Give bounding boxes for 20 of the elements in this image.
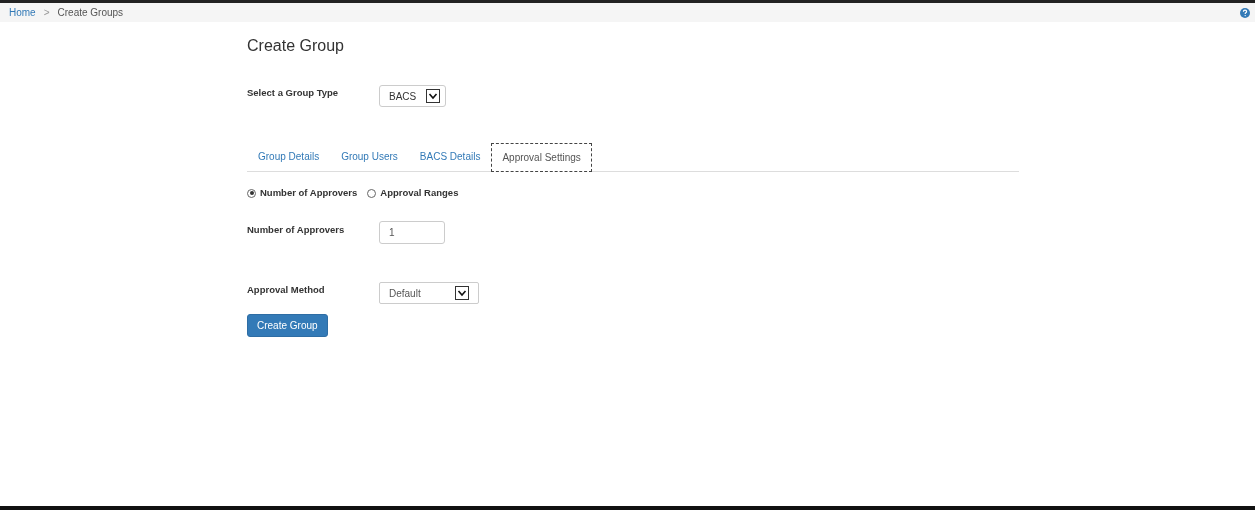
tab[interactable]: BACS Details — [408, 142, 492, 171]
field-label: Number of Approvers — [247, 223, 346, 238]
field-label: Approval Method — [247, 283, 326, 298]
field-label: Select a Group Type — [247, 86, 340, 100]
breadcrumb-current: Create Groups — [57, 6, 124, 20]
radio-button[interactable] — [247, 188, 256, 198]
radio-label: Approval Ranges — [380, 186, 459, 200]
group-type-select[interactable]: BACS — [379, 85, 446, 107]
help-icon[interactable] — [1240, 7, 1250, 18]
approval-method-select[interactable]: Default — [379, 282, 479, 305]
tab[interactable]: Approval Settings — [491, 143, 592, 172]
radio-label: Number of Approvers — [260, 186, 358, 200]
tab[interactable]: Group Users — [330, 142, 409, 171]
tab[interactable]: Group Details — [247, 142, 331, 171]
page-title: Create Group — [247, 36, 345, 56]
radio-button[interactable] — [367, 188, 377, 198]
breadcrumb-separator: > — [43, 6, 50, 20]
breadcrumb-link[interactable]: Home — [9, 5, 36, 20]
create-group-button[interactable]: Create Group — [247, 314, 328, 338]
approvers-input[interactable]: 1 — [379, 221, 445, 245]
